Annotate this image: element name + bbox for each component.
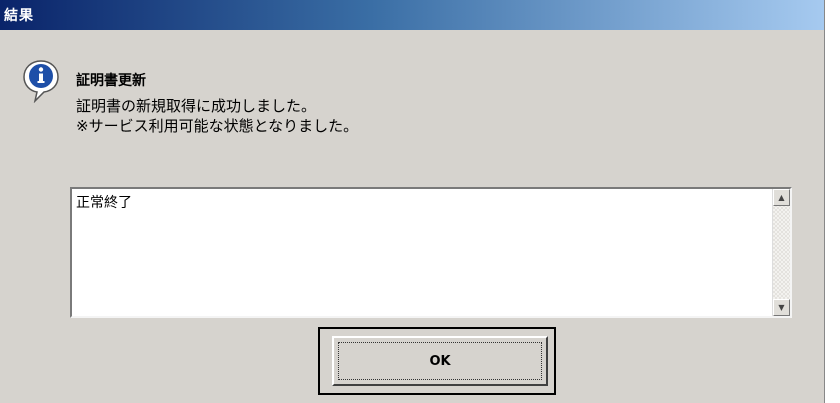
message-line-1: 証明書の新規取得に成功しました。 [76,97,317,115]
result-dialog: 結果 証明書更新 証明書の新規取得に成功しました。 ※サービス利用可能な状態とな… [0,0,825,403]
result-text: 正常終了 [76,195,132,211]
info-icon [23,60,59,103]
down-arrow-icon: ▼ [778,303,785,312]
vertical-scrollbar[interactable]: ▲ ▼ [772,189,790,316]
scroll-down-button[interactable]: ▼ [773,299,790,316]
up-arrow-icon: ▲ [778,193,785,202]
ok-button-label: OK [429,353,451,369]
window-title: 結果 [4,8,34,24]
message-line-2: ※サービス利用可能な状態となりました。 [76,117,359,135]
ok-button[interactable]: OK [332,336,548,386]
title-bar[interactable]: 結果 [0,0,824,30]
dialog-message: 証明書の新規取得に成功しました。 ※サービス利用可能な状態となりました。 [76,96,358,136]
dialog-heading: 証明書更新 [76,73,146,89]
result-textbox[interactable]: 正常終了 ▲ ▼ [70,187,792,318]
scroll-up-button[interactable]: ▲ [773,189,790,206]
